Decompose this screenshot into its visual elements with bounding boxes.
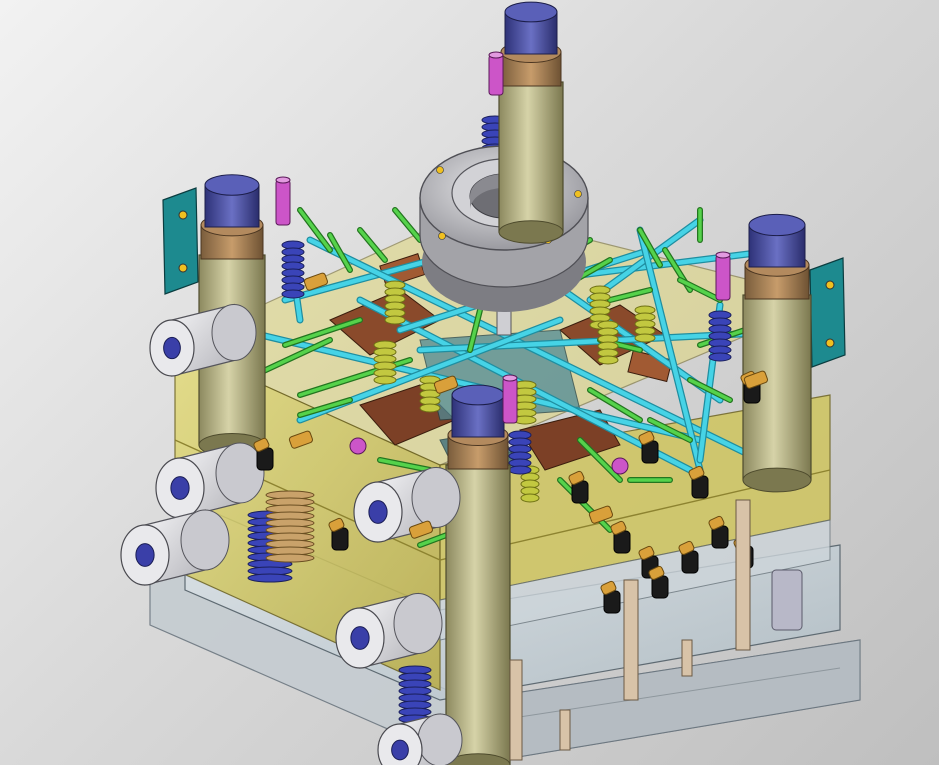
screw-icon	[574, 190, 582, 198]
bolt-head	[275, 179, 291, 226]
cylinder-cap-top	[504, 1, 558, 23]
cylinder-cap-top	[204, 174, 260, 196]
bolt-head	[715, 254, 731, 301]
connector-back	[393, 593, 443, 654]
spring-coil	[708, 352, 732, 362]
connector-back	[411, 467, 461, 528]
spring-coil	[281, 289, 305, 299]
connector-back	[180, 509, 230, 571]
bolt-head	[502, 377, 518, 424]
cylinder-body	[498, 81, 564, 233]
ejector-pin-highlight	[393, 208, 422, 242]
cylinder-base	[498, 220, 564, 244]
connector-port	[350, 626, 370, 650]
spring-coil	[373, 375, 397, 385]
connector-port	[368, 500, 388, 524]
cylinder-cap-top	[748, 213, 806, 237]
screw-icon	[438, 232, 446, 240]
bolt-head-top	[715, 251, 731, 259]
connector-port	[163, 336, 181, 360]
mold-assembly-drawing	[120, 1, 861, 765]
connector-back	[417, 713, 463, 765]
bolt-head	[488, 54, 504, 96]
bolt-head-top	[275, 176, 291, 184]
spring-coil	[520, 493, 540, 503]
connector-port	[135, 543, 155, 567]
connector-port	[170, 476, 190, 500]
spring-coil	[247, 573, 293, 583]
spring-coil	[508, 465, 532, 475]
bolt-head-top	[488, 51, 504, 59]
connector-back	[211, 304, 257, 361]
spring-coil	[265, 553, 315, 563]
cylinder-cap-top	[451, 384, 505, 406]
spring-coil	[419, 403, 441, 413]
cylinder-base	[742, 467, 812, 493]
spring-coil	[384, 315, 406, 325]
bolt-head-top	[502, 374, 518, 382]
cad-viewport	[0, 0, 939, 765]
connector-port	[391, 739, 409, 761]
spring-coil	[597, 355, 619, 365]
screw-icon	[436, 166, 444, 174]
spring-coil	[634, 333, 656, 343]
